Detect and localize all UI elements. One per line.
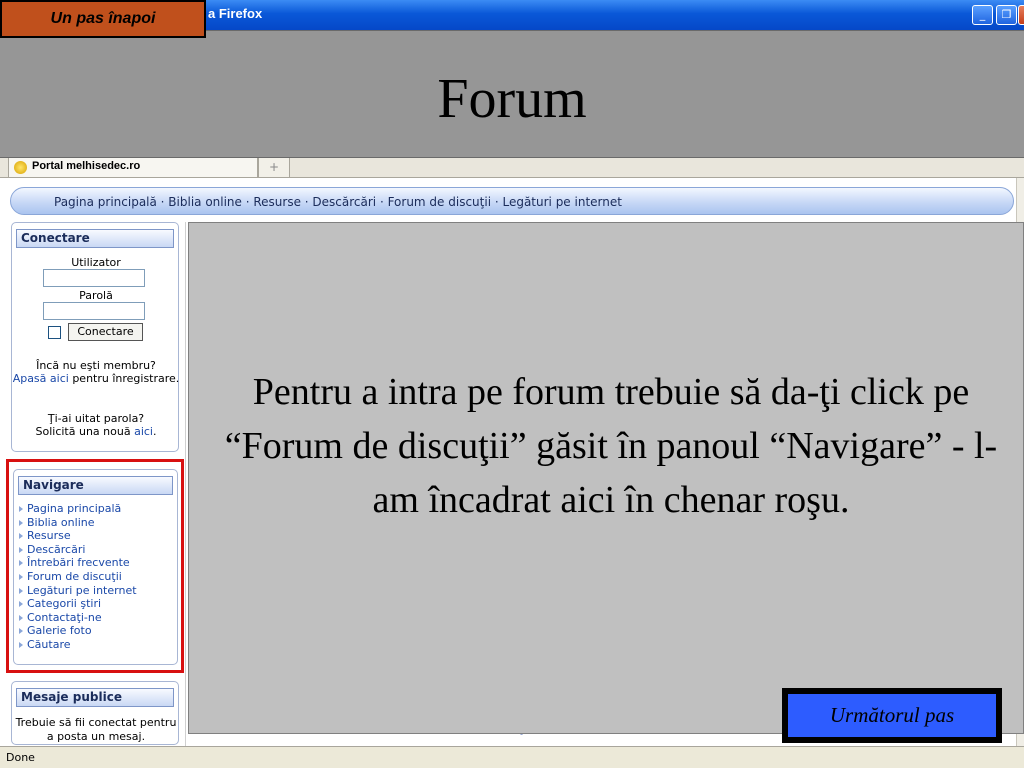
status-bar: Done (0, 746, 1024, 768)
password-input[interactable] (43, 302, 145, 320)
forgot-password-text: Ţi-ai uitat parola? (47, 412, 145, 425)
next-step-button[interactable]: Următorul pas (782, 688, 1002, 743)
nav-item-faq[interactable]: Întrebări frecvente (18, 556, 137, 570)
nav-item-search[interactable]: Căutare (18, 638, 137, 652)
navigation-panel: Navigare Pagina principală Biblia online… (13, 469, 178, 665)
request-password-link[interactable]: aici (134, 425, 153, 438)
status-text: Done (6, 751, 35, 764)
not-member-text: Încă nu eşti membru? (36, 359, 156, 372)
nav-item-gallery[interactable]: Galerie foto (18, 624, 137, 638)
public-messages-title: Mesaje publice (16, 688, 174, 707)
register-text: Încă nu eşti membru? Apasă aici pentru î… (12, 359, 180, 385)
site-top-nav: Pagina principală · Biblia online · Resu… (10, 187, 1014, 215)
minimize-icon[interactable]: _ (972, 5, 993, 25)
top-nav-links[interactable]: Pagina principală · Biblia online · Resu… (54, 195, 622, 209)
password-label: Parolă (79, 289, 113, 302)
remember-checkbox[interactable] (48, 326, 61, 339)
public-messages-panel: Mesaje publice Trebuie să fii conectat p… (11, 681, 179, 745)
new-tab-button[interactable]: + (258, 158, 290, 178)
tab-strip: Portal melhisedec.ro + (0, 158, 1024, 178)
nav-item-home[interactable]: Pagina principală (18, 502, 137, 516)
restore-icon[interactable]: ❐ (996, 5, 1017, 25)
request-suffix: . (152, 425, 157, 438)
site-favicon-icon (14, 161, 27, 174)
slide-banner: Forum (0, 30, 1024, 158)
nav-item-resources[interactable]: Resurse (18, 529, 137, 543)
username-input[interactable] (43, 269, 145, 287)
login-panel: Conectare Utilizator Parolă Conectare În… (11, 222, 179, 452)
tab-label: Portal melhisedec.ro (32, 160, 141, 172)
nav-item-news-categories[interactable]: Categorii ştiri (18, 597, 137, 611)
nav-item-bible[interactable]: Biblia online (18, 516, 137, 530)
public-messages-text: Trebuie să fii conectat pentru a posta u… (15, 716, 177, 743)
nav-item-links[interactable]: Legături pe internet (18, 584, 137, 598)
back-step-button[interactable]: Un pas înapoi (0, 0, 206, 38)
login-title: Conectare (16, 229, 174, 248)
register-link[interactable]: Apasă aici (13, 372, 69, 385)
forgot-text: Ţi-ai uitat parola? Solicită una nouă ai… (12, 412, 180, 438)
nav-item-downloads[interactable]: Descărcări (18, 543, 137, 557)
slide-title: Forum (437, 68, 587, 130)
instruction-text: Pentru a intra pe forum trebuie să da-ţi… (224, 371, 998, 521)
login-button[interactable]: Conectare (68, 323, 143, 341)
register-suffix: pentru înregistrare. (72, 372, 180, 385)
window-title: a Firefox (208, 6, 263, 21)
instruction-overlay: Pentru a intra pe forum trebuie să da-ţi… (188, 222, 1024, 734)
navigation-title: Navigare (18, 476, 173, 495)
nav-item-forum[interactable]: Forum de discuţii (18, 570, 137, 584)
tab-portal[interactable]: Portal melhisedec.ro (8, 158, 258, 178)
navigation-list: Pagina principală Biblia online Resurse … (18, 502, 137, 652)
next-step-label[interactable]: Următorul pas (786, 692, 998, 739)
username-label: Utilizator (71, 256, 121, 269)
request-prefix: Solicită una nouă (35, 425, 131, 438)
close-icon[interactable] (1018, 5, 1024, 25)
nav-item-contact[interactable]: Contactaţi-ne (18, 611, 137, 625)
